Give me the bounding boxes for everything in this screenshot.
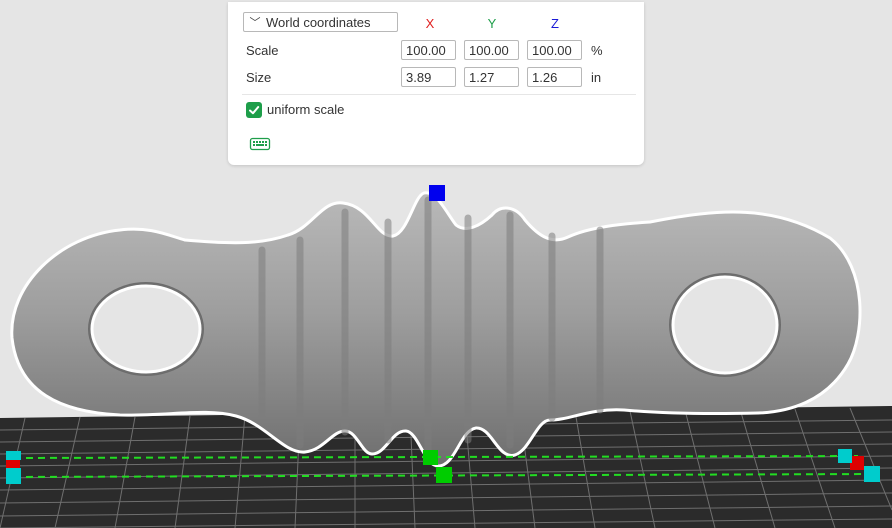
x-scale-handle-left[interactable] <box>6 459 20 468</box>
uniform-scale-checkbox[interactable] <box>246 102 262 118</box>
coordinate-system-select[interactable]: ﹀ World coordinates <box>243 12 398 32</box>
scale-panel: ﹀ World coordinates X Y Z Scale % Size i… <box>228 2 644 165</box>
y-scale-handle-front[interactable] <box>436 467 452 483</box>
size-row-label: Size <box>246 70 272 85</box>
corner-handle-left-top[interactable] <box>6 451 21 460</box>
corner-handle-left-bottom[interactable] <box>6 468 21 484</box>
scale-y-input[interactable] <box>464 40 519 60</box>
x-scale-handle-right[interactable] <box>850 456 864 470</box>
size-unit: in <box>591 70 602 85</box>
coordinate-system-value: World coordinates <box>266 14 371 30</box>
z-scale-handle[interactable] <box>429 185 445 201</box>
y-scale-handle-back[interactable] <box>423 450 438 465</box>
axis-x-label: X <box>425 16 435 31</box>
corner-handle-right-back[interactable] <box>838 449 852 463</box>
scale-x-input[interactable] <box>401 40 456 60</box>
size-y-input[interactable] <box>464 67 519 87</box>
chevron-down-icon: ﹀ <box>249 17 261 29</box>
keyboard-icon <box>249 137 271 151</box>
corner-handle-right-front[interactable] <box>864 466 880 482</box>
keyboard-button[interactable] <box>249 136 271 152</box>
scale-z-input[interactable] <box>527 40 582 60</box>
scale-unit: % <box>591 43 603 58</box>
uniform-scale-label: uniform scale <box>267 102 345 117</box>
checkmark-icon <box>249 106 260 115</box>
axis-y-label: Y <box>487 16 497 31</box>
panel-divider <box>242 94 636 95</box>
axis-z-label: Z <box>551 16 559 31</box>
size-z-input[interactable] <box>527 67 582 87</box>
size-x-input[interactable] <box>401 67 456 87</box>
scale-row-label: Scale <box>246 43 279 58</box>
